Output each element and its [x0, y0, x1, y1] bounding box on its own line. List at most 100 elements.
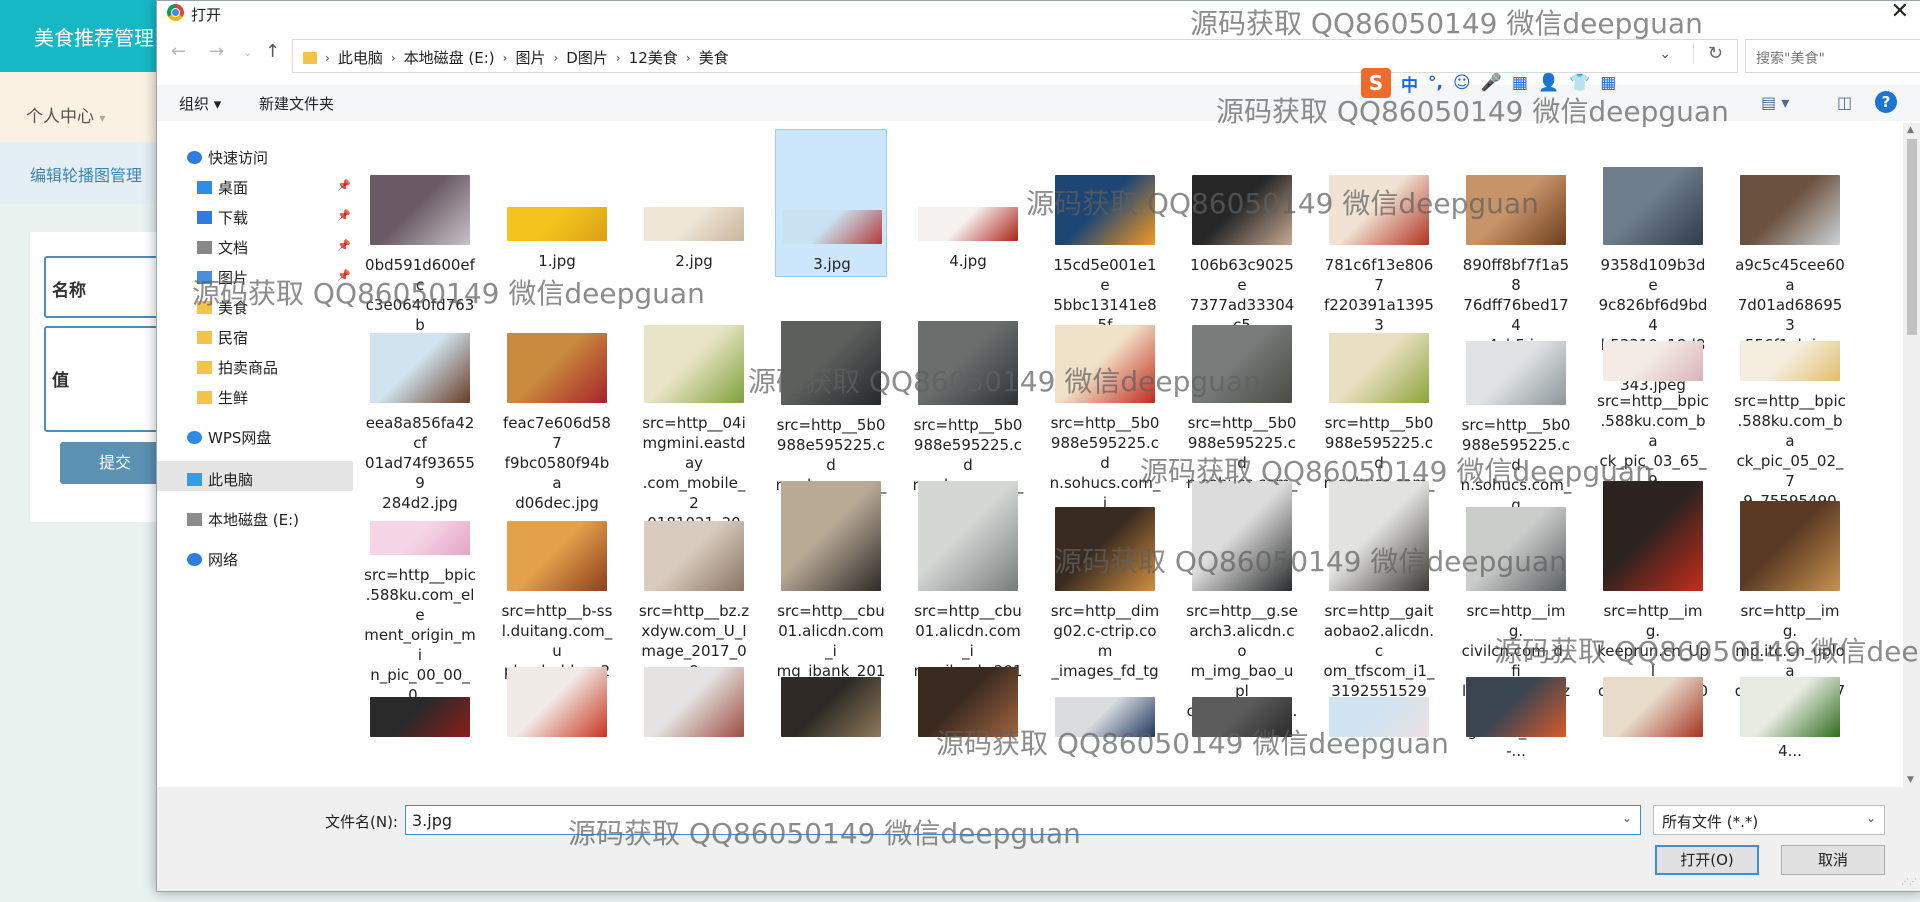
view-options-icon[interactable]: ▤ ▾	[1761, 93, 1789, 112]
file-item[interactable]: src=http__img. keeprun.cn_Upl oad_Articl…	[1597, 481, 1709, 740]
file-item[interactable]: src=http__5b0 988e595225.cd n.sohucs.com…	[912, 303, 1024, 554]
file-item[interactable]: src=http__bpic .588ku.com_ba ck_pic_05_0…	[1734, 303, 1846, 530]
nav-item[interactable]: 桌面	[197, 175, 248, 199]
scroll-up-icon[interactable]: ▲	[1907, 125, 1914, 135]
file-item[interactable]: 1.jpg	[501, 127, 613, 297]
nav-item[interactable]: 网络	[187, 547, 238, 571]
name-field[interactable]: 名称	[44, 256, 168, 318]
help-icon[interactable]: ?	[1875, 91, 1897, 113]
ime-tool-icon[interactable]: 🎤	[1481, 73, 1502, 93]
file-item[interactable]: src=http__cbu 01.alicdn.com_i mg_ibank_2…	[775, 481, 887, 740]
ime-tool-icon[interactable]: 中	[1401, 71, 1418, 96]
open-button[interactable]: 打开(O)	[1655, 845, 1759, 875]
file-item[interactable]	[1323, 647, 1435, 791]
file-item[interactable]: src=http__bz.z xdyw.com_U_I mage_2017_09…	[638, 481, 750, 720]
file-item[interactable]	[1734, 647, 1846, 791]
nav-item[interactable]: 拍卖商品	[197, 355, 278, 379]
chevron-right-icon[interactable]: ›	[503, 51, 508, 65]
scroll-down-icon[interactable]: ▼	[1907, 775, 1914, 785]
forward-icon[interactable]: →	[209, 41, 224, 62]
file-item[interactable]: src=http__img. mp.itc.cn_uploa d_2016100…	[1734, 481, 1846, 760]
nav-item[interactable]: WPS网盘	[187, 425, 271, 449]
file-item[interactable]: src=http__img. civilcn.com_d_fi le_jianz…	[1460, 481, 1572, 760]
ime-tool-icon[interactable]: ☺	[1453, 73, 1471, 93]
file-item[interactable]: src=http__5b0 988e595225.cd n.sohucs.com…	[1460, 303, 1572, 554]
file-item[interactable]: feac7e606d587 f9bc0580f94ba d06dec.jpg	[501, 303, 613, 512]
file-item[interactable]: src=http__5b0 988e595225.cd n.sohucs.com…	[1049, 303, 1161, 552]
file-item[interactable]	[912, 647, 1024, 791]
file-item[interactable]: src=http__gait aobao2.alicdn.c om_tfscom…	[1323, 481, 1435, 720]
nav-item[interactable]: 快速访问	[187, 145, 268, 169]
nav-item[interactable]: 文档	[197, 235, 248, 259]
cancel-button[interactable]: 取消	[1781, 845, 1885, 875]
recent-dropdown-icon[interactable]: ⌄	[243, 46, 252, 59]
nav-item[interactable]: 生鲜	[197, 385, 248, 409]
file-item[interactable]: 0bd591d600efc c3e0640fd763b 827ab9.jpg	[364, 127, 476, 354]
breadcrumb-item[interactable]: 此电脑	[338, 47, 383, 68]
new-folder-button[interactable]: 新建文件夹	[259, 93, 334, 114]
address-bar[interactable]: › 此电脑 › 本地磁盘 (E:) › 图片 › D图片 › 12美食 › 美食 ⌄ ↻	[292, 39, 1738, 73]
nav-edit-carousel[interactable]: 编辑轮播图管理	[30, 162, 142, 186]
file-item[interactable]: 4.jpg	[912, 127, 1024, 297]
file-item[interactable]	[1049, 647, 1161, 791]
vertical-scrollbar[interactable]: ▲ ▼	[1903, 123, 1920, 787]
file-item[interactable]: src=http__5b0 988e595225.cd n.sohucs.com…	[775, 303, 887, 554]
back-icon[interactable]: ←	[171, 41, 186, 62]
file-item[interactable]: 3.jpg	[775, 129, 887, 277]
user-center-menu[interactable]: 个人中心 ▾	[26, 102, 105, 127]
file-item[interactable]: src=http__5b0 988e595225.cd n.sohucs.com…	[1323, 303, 1435, 552]
up-icon[interactable]: ↑	[265, 41, 280, 62]
file-item[interactable]: eea8a856fa42cf 01ad74f936559 284d2.jpg	[364, 303, 476, 512]
ime-tool-icon[interactable]: ▦	[1512, 73, 1528, 93]
sogou-ime-icon[interactable]: S	[1361, 68, 1391, 98]
chevron-right-icon[interactable]: ›	[616, 51, 621, 65]
file-item[interactable]: a9c5c45cee60a 7d01ad686953 556f1eb.jpg	[1734, 127, 1846, 354]
file-item[interactable]: src=http__bpic .588ku.com_ba ck_pic_03_6…	[1597, 303, 1709, 530]
file-item[interactable]	[638, 647, 750, 791]
ime-tool-icon[interactable]: 👤	[1538, 73, 1559, 93]
search-input[interactable]: 搜索"美食" ⌕	[1745, 39, 1920, 73]
chevron-right-icon[interactable]: ›	[553, 51, 558, 65]
file-item[interactable]	[1597, 647, 1709, 791]
resize-grip-icon[interactable]: ⋰⋰	[1901, 877, 1919, 889]
ime-tool-icon[interactable]: °,	[1428, 73, 1443, 93]
file-item[interactable]	[775, 647, 887, 791]
file-item[interactable]	[501, 647, 613, 791]
file-item[interactable]: src=http__cbu 01.alicdn.com_i mg_ibank_2…	[912, 481, 1024, 740]
breadcrumb-item[interactable]: D图片	[566, 47, 608, 68]
file-item[interactable]	[1186, 647, 1298, 791]
chevron-down-icon[interactable]: ⌄	[1659, 46, 1671, 62]
nav-item[interactable]: 美食	[197, 295, 248, 319]
file-item[interactable]: src=http__5b0 988e595225.cd n.sohucs.com…	[1186, 303, 1298, 552]
file-item[interactable]: src=http__b-ss l.duitang.com_u ploads_bl…	[501, 481, 613, 740]
breadcrumb-item[interactable]: 图片	[515, 47, 545, 68]
file-item[interactable]: 15cd5e001e1e 5bbc13141e85f 1c3037e.jpg	[1049, 127, 1161, 354]
filename-input[interactable]: 3.jpg ⌄	[405, 805, 1641, 835]
file-item[interactable]: 781c6f13e8067 f220391a13953 b0542e.jpg	[1323, 127, 1435, 354]
file-item[interactable]: src=http__04i mgmini.eastday .com_mobile…	[638, 303, 750, 552]
chevron-right-icon[interactable]: ›	[325, 51, 330, 65]
filetype-select[interactable]: 所有文件 (*.*) ⌄	[1653, 805, 1885, 835]
ime-tool-icon[interactable]: ▦	[1600, 73, 1616, 93]
nav-item[interactable]: 本地磁盘 (E:)	[187, 507, 299, 531]
value-field[interactable]: 值	[44, 326, 168, 432]
file-item[interactable]: src=http__bpic .588ku.com_ele ment_origi…	[364, 481, 476, 704]
scrollbar-thumb[interactable]	[1907, 139, 1917, 335]
chevron-down-icon[interactable]: ⌄	[1622, 811, 1632, 825]
file-item[interactable]: 9358d109b3de 9c826bf6d9bd4 b53310e18d84 …	[1597, 127, 1709, 394]
refresh-icon[interactable]: ↻	[1692, 43, 1723, 64]
file-item[interactable]: src=http__g.se arch3.alicdn.co m_img_bao…	[1186, 481, 1298, 720]
file-item[interactable]: 890ff8bf7f1a58 76dff76bed174 a4cb5.jpg	[1460, 127, 1572, 354]
file-item[interactable]: 106b63c9025e 7377ad33304c5 e872c18.jpg	[1186, 127, 1298, 354]
file-item[interactable]: src=http__dim g02.c-ctrip.com _images_fd…	[1049, 481, 1161, 740]
chevron-right-icon[interactable]: ›	[686, 51, 691, 65]
file-item[interactable]	[364, 647, 476, 791]
file-item[interactable]: 2.jpg	[638, 127, 750, 297]
file-item[interactable]	[1460, 647, 1572, 791]
ime-tool-icon[interactable]: 👕	[1569, 73, 1590, 93]
nav-item[interactable]: 下载	[197, 205, 248, 229]
submit-button[interactable]: 提交	[60, 442, 170, 484]
close-icon[interactable]: ✕	[1891, 1, 1909, 24]
nav-item[interactable]: 民宿	[197, 325, 248, 349]
breadcrumb-item[interactable]: 本地磁盘 (E:)	[404, 47, 495, 68]
